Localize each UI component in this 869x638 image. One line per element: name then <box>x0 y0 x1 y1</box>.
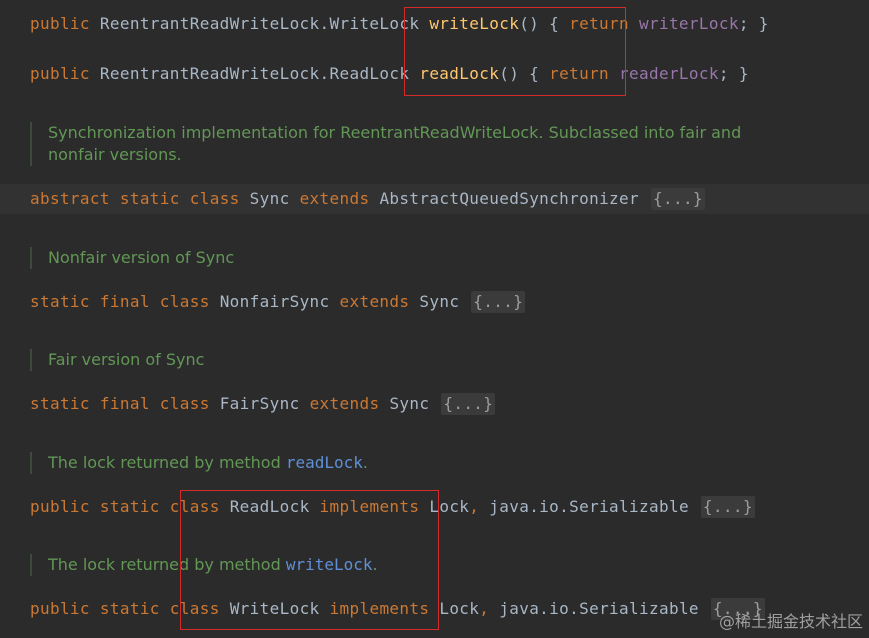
doc-link-readlock[interactable]: readLock <box>286 453 363 472</box>
keyword-extends: extends <box>339 292 410 311</box>
code-line-sync-class[interactable]: abstract static class Sync extends Abstr… <box>30 185 705 213</box>
class-name: NonfairSync <box>219 292 330 311</box>
keyword-class: class <box>159 292 210 311</box>
line-end: ; } <box>738 14 769 33</box>
return-type: ReentrantReadWriteLock.ReadLock <box>99 64 410 83</box>
doc-end: . <box>362 453 368 472</box>
doc-comment-sync: Synchronization implementation for Reent… <box>30 122 788 166</box>
return-type: ReentrantReadWriteLock.WriteLock <box>99 14 420 33</box>
annotation-box-inner-classes <box>180 490 439 630</box>
class-name: Sync <box>249 189 290 208</box>
code-line-readlock-method[interactable]: public ReentrantReadWriteLock.ReadLock r… <box>30 60 749 88</box>
keyword-final: final <box>99 394 150 413</box>
keyword-extends: extends <box>309 394 380 413</box>
folded-code-button[interactable]: {...} <box>471 291 526 313</box>
keyword-class: class <box>189 189 240 208</box>
keyword-public: public <box>30 497 90 516</box>
keyword-public: public <box>30 64 90 83</box>
field-name: writerLock <box>639 14 739 33</box>
folded-code-button[interactable]: {...} <box>651 188 705 210</box>
doc-text: The lock returned by method <box>48 453 281 472</box>
interface-lock: Lock <box>439 599 480 618</box>
keyword-abstract: abstract <box>30 189 110 208</box>
annotation-box-method-names <box>404 7 626 96</box>
keyword-static: static <box>99 599 160 618</box>
code-line-nonfairsync-class[interactable]: static final class NonfairSync extends S… <box>30 288 526 316</box>
comma: , <box>469 497 480 516</box>
keyword-public: public <box>30 599 90 618</box>
line-end: ; } <box>718 64 749 83</box>
keyword-static: static <box>99 497 160 516</box>
comma: , <box>479 599 490 618</box>
interface-serializable: java.io.Serializable <box>489 497 689 516</box>
field-name: readerLock <box>619 64 719 83</box>
keyword-static: static <box>30 292 90 311</box>
watermark: @稀土掘金技术社区 <box>718 612 863 631</box>
doc-comment-readlock: The lock returned by method readLock. <box>30 452 368 474</box>
class-name: FairSync <box>219 394 300 413</box>
doc-comment-nonfair: Nonfair version of Sync <box>30 247 234 269</box>
parent-class: Sync <box>419 292 460 311</box>
keyword-public: public <box>30 14 90 33</box>
interface-serializable: java.io.Serializable <box>499 599 699 618</box>
folded-code-button[interactable]: {...} <box>441 393 496 415</box>
keyword-static: static <box>119 189 180 208</box>
keyword-class: class <box>159 394 210 413</box>
folded-code-button[interactable]: {...} <box>700 496 755 518</box>
doc-comment-fair: Fair version of Sync <box>30 349 204 371</box>
code-line-writelock-method[interactable]: public ReentrantReadWriteLock.WriteLock … <box>30 10 769 38</box>
keyword-final: final <box>99 292 150 311</box>
keyword-extends: extends <box>299 189 370 208</box>
parent-class: AbstractQueuedSynchronizer <box>379 189 640 208</box>
parent-class: Sync <box>389 394 430 413</box>
keyword-static: static <box>30 394 90 413</box>
code-line-fairsync-class[interactable]: static final class FairSync extends Sync… <box>30 390 496 418</box>
